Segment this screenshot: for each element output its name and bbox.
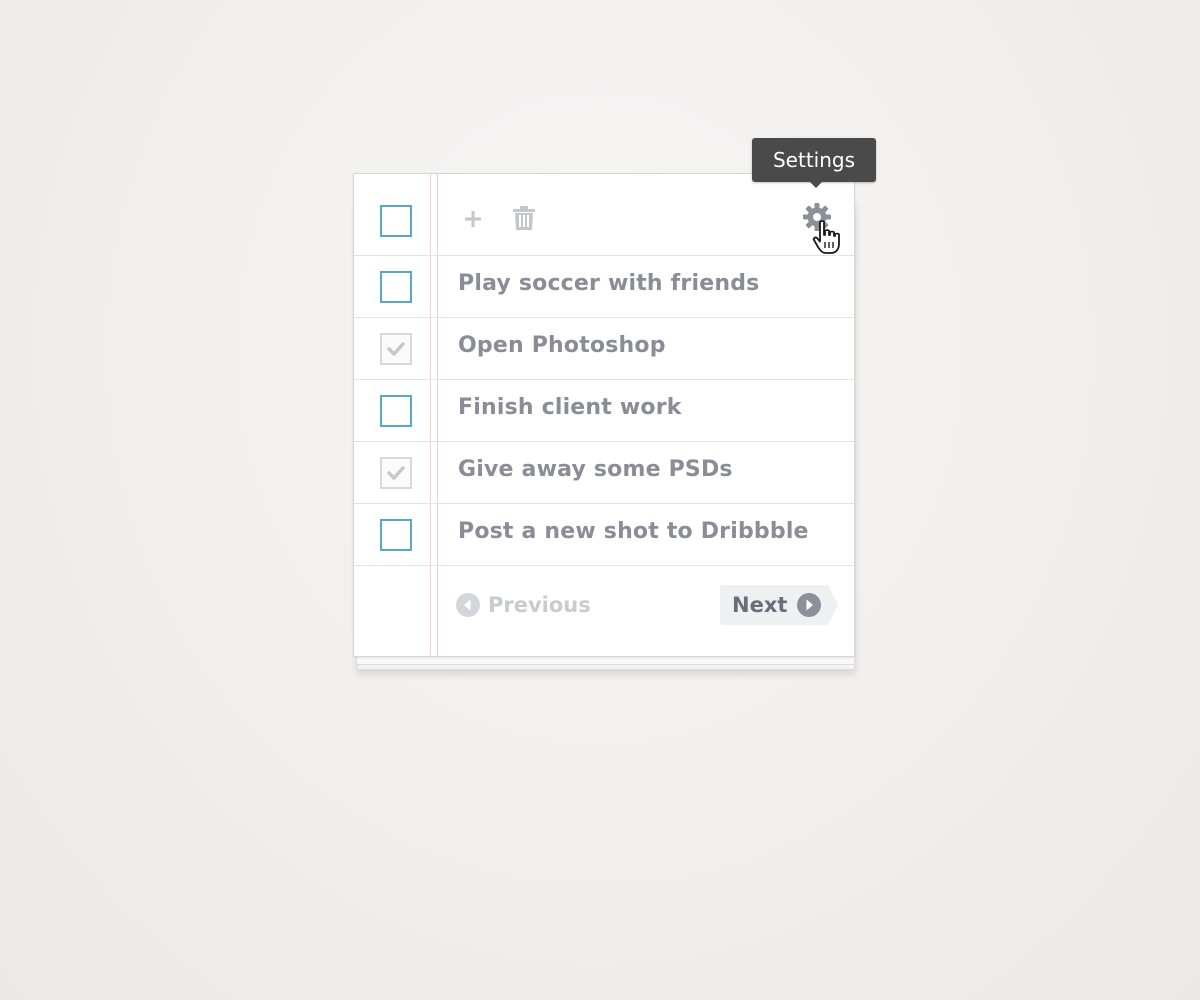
task-row: Play soccer with friends	[354, 256, 854, 318]
task-checkbox-checked[interactable]	[380, 457, 412, 489]
task-label: Give away some PSDs	[458, 457, 733, 482]
next-button[interactable]: Next	[720, 585, 838, 625]
todo-card: Play soccer with friends Open Photoshop …	[353, 173, 855, 657]
task-row: Finish client work	[354, 380, 854, 442]
task-row: Open Photoshop	[354, 318, 854, 380]
hand-cursor-icon	[812, 220, 844, 260]
task-label: Open Photoshop	[458, 333, 666, 358]
pagination: Previous Next	[354, 566, 854, 656]
task-label: Finish client work	[458, 395, 682, 420]
toolbar	[354, 174, 854, 256]
select-all-checkbox[interactable]	[380, 205, 412, 237]
task-row: Give away some PSDs	[354, 442, 854, 504]
task-checkbox[interactable]	[380, 519, 412, 551]
checkmark-icon	[387, 466, 405, 480]
task-checkbox[interactable]	[380, 271, 412, 303]
previous-label: Previous	[488, 593, 591, 617]
task-checkbox-checked[interactable]	[380, 333, 412, 365]
next-label: Next	[732, 593, 788, 617]
plus-icon[interactable]	[464, 210, 482, 232]
checkmark-icon	[387, 342, 405, 356]
arrow-left-circle-icon	[456, 593, 480, 617]
task-label: Play soccer with friends	[458, 271, 760, 296]
arrow-right-circle-icon	[797, 593, 822, 617]
previous-button[interactable]: Previous	[456, 590, 591, 620]
task-label: Post a new shot to Dribbble	[458, 519, 809, 544]
trash-icon[interactable]	[513, 206, 535, 234]
task-row: Post a new shot to Dribbble	[354, 504, 854, 566]
settings-tooltip: Settings	[752, 138, 876, 188]
task-checkbox[interactable]	[380, 395, 412, 427]
